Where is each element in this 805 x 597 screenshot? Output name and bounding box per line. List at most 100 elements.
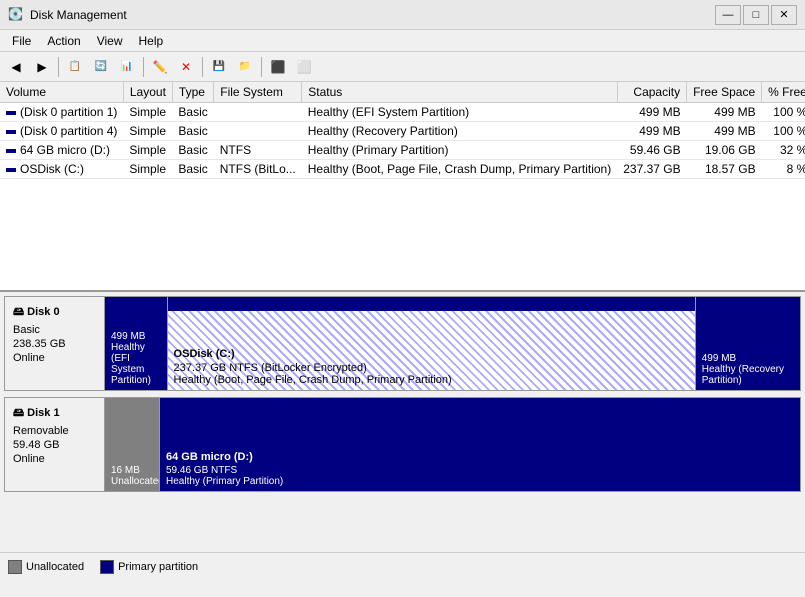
disk-0-part-2-size: 237.37 GB NTFS (BitLocker Encrypted): [174, 362, 689, 374]
legend-primary-box: [100, 560, 114, 574]
disk-1-size: 59.48 GB: [13, 439, 96, 451]
toolbar-btn-8[interactable]: ⬛: [266, 55, 290, 79]
toolbar-btn-9[interactable]: ⬜: [292, 55, 316, 79]
table-row-2[interactable]: 64 GB micro (D:)SimpleBasicNTFSHealthy (…: [0, 141, 805, 160]
cell-capacity-3: 237.37 GB: [617, 160, 686, 179]
disk-0-part-1-desc: Healthy (EFI System Partition): [111, 342, 161, 386]
disk-1-type: Removable: [13, 425, 96, 437]
disk-0-label: 🖴 Disk 0 Basic 238.35 GB Online: [5, 297, 105, 390]
disk-0-part-3-desc: Healthy (Recovery Partition): [702, 364, 794, 386]
toolbar-btn-3[interactable]: 📊: [115, 55, 139, 79]
toolbar-btn-1[interactable]: 📋: [63, 55, 87, 79]
legend-unalloc-label: Unallocated: [26, 561, 84, 573]
legend-unallocated: Unallocated: [8, 560, 84, 574]
volume-icon-2: [6, 149, 16, 153]
cell-layout-3: Simple: [123, 160, 172, 179]
cell-layout-1: Simple: [123, 122, 172, 141]
cell-volume-1: (Disk 0 partition 4): [0, 122, 123, 141]
cell-layout-0: Simple: [123, 103, 172, 122]
disk-0-part-2[interactable]: OSDisk (C:) 237.37 GB NTFS (BitLocker En…: [168, 297, 696, 390]
cell-pcfree-2: 32 %: [762, 141, 805, 160]
toolbar-btn-5[interactable]: ✕: [174, 55, 198, 79]
cell-capacity-2: 59.46 GB: [617, 141, 686, 160]
cell-capacity-1: 499 MB: [617, 122, 686, 141]
col-header-type: Type: [172, 82, 213, 103]
cell-capacity-0: 499 MB: [617, 103, 686, 122]
cell-freespace-0: 499 MB: [687, 103, 762, 122]
maximize-button[interactable]: □: [743, 5, 769, 25]
table-row-3[interactable]: OSDisk (C:)SimpleBasicNTFS (BitLo...Heal…: [0, 160, 805, 179]
col-header-pcfree: % Free: [762, 82, 805, 103]
disk-1-part-2[interactable]: 64 GB micro (D:) 59.46 GB NTFS Healthy (…: [160, 398, 800, 491]
cell-freespace-2: 19.06 GB: [687, 141, 762, 160]
cell-type-0: Basic: [172, 103, 213, 122]
cell-pcfree-1: 100 %: [762, 122, 805, 141]
toolbar-btn-6[interactable]: 💾: [207, 55, 231, 79]
col-header-fs: File System: [214, 82, 302, 103]
menu-help[interactable]: Help: [131, 32, 172, 50]
toolbar-btn-4[interactable]: ✏️: [148, 55, 172, 79]
title-bar: 💽 Disk Management — □ ✕: [0, 0, 805, 30]
cell-fs-1: [214, 122, 302, 141]
table-row-0[interactable]: (Disk 0 partition 1)SimpleBasic Healthy (…: [0, 103, 805, 122]
cell-pcfree-0: 100 %: [762, 103, 805, 122]
menu-action[interactable]: Action: [39, 32, 88, 50]
table-body: (Disk 0 partition 1)SimpleBasicHealthy (…: [0, 103, 805, 179]
disk-0-part-2-desc: Healthy (Boot, Page File, Crash Dump, Pr…: [174, 374, 689, 386]
volume-icon-1: [6, 130, 16, 134]
cell-status-1: Healthy (Recovery Partition): [302, 122, 617, 141]
disk-0-partitions: 499 MB Healthy (EFI System Partition) OS…: [105, 297, 800, 390]
legend-primary: Primary partition: [100, 560, 198, 574]
disk-0-size: 238.35 GB: [13, 338, 96, 350]
toolbar-back[interactable]: ◀: [4, 55, 28, 79]
app-icon: 💽: [8, 7, 24, 23]
cell-type-1: Basic: [172, 122, 213, 141]
cell-volume-0: (Disk 0 partition 1): [0, 103, 123, 122]
col-header-freespace: Free Space: [687, 82, 762, 103]
menu-view[interactable]: View: [89, 32, 131, 50]
disk-1-label: 🖴 Disk 1 Removable 59.48 GB Online: [5, 398, 105, 491]
disk-0-part-2-content: OSDisk (C:) 237.37 GB NTFS (BitLocker En…: [174, 301, 689, 386]
cell-status-0: Healthy (EFI System Partition): [302, 103, 617, 122]
cell-type-2: Basic: [172, 141, 213, 160]
disk-1-part-1[interactable]: 16 MB Unallocated: [105, 398, 160, 491]
minimize-button[interactable]: —: [715, 5, 741, 25]
disk-1-partitions: 16 MB Unallocated 64 GB micro (D:) 59.46…: [105, 398, 800, 491]
disk-0-type: Basic: [13, 324, 96, 336]
disk-1-name: 🖴 Disk 1: [13, 404, 96, 423]
toolbar-btn-2[interactable]: 🔄: [89, 55, 113, 79]
table-area: Volume Layout Type File System Status Ca…: [0, 82, 805, 292]
cell-type-3: Basic: [172, 160, 213, 179]
cell-freespace-3: 18.57 GB: [687, 160, 762, 179]
cell-status-2: Healthy (Primary Partition): [302, 141, 617, 160]
disk-row-0: 🖴 Disk 0 Basic 238.35 GB Online 499 MB H…: [4, 296, 801, 391]
disk-row-1: 🖴 Disk 1 Removable 59.48 GB Online 16 MB…: [4, 397, 801, 492]
disk-1-part-1-desc: Unallocated: [111, 476, 153, 487]
volume-icon-3: [6, 168, 16, 172]
window-title: Disk Management: [30, 8, 715, 22]
legend-bar: Unallocated Primary partition: [0, 552, 805, 580]
disk-1-part-2-name: 64 GB micro (D:): [166, 451, 794, 463]
disk-0-part-1-content: 499 MB Healthy (EFI System Partition): [111, 301, 161, 386]
disk-0-status: Online: [13, 352, 96, 364]
cell-volume-2: 64 GB micro (D:): [0, 141, 123, 160]
menu-file[interactable]: File: [4, 32, 39, 50]
toolbar: ◀ ▶ 📋 🔄 📊 ✏️ ✕ 💾 📁 ⬛ ⬜: [0, 52, 805, 82]
table-row-1[interactable]: (Disk 0 partition 4)SimpleBasic Healthy (…: [0, 122, 805, 141]
col-header-capacity: Capacity: [617, 82, 686, 103]
toolbar-btn-7[interactable]: 📁: [233, 55, 257, 79]
legend-unalloc-box: [8, 560, 22, 574]
toolbar-forward[interactable]: ▶: [30, 55, 54, 79]
legend-primary-label: Primary partition: [118, 561, 198, 573]
disk-0-part-1-size: 499 MB: [111, 331, 161, 342]
disk-0-part-3[interactable]: 499 MB Healthy (Recovery Partition): [696, 297, 800, 390]
toolbar-sep-2: [143, 57, 144, 77]
disk-0-part-1[interactable]: 499 MB Healthy (EFI System Partition): [105, 297, 168, 390]
disk-0-name: 🖴 Disk 0: [13, 303, 96, 322]
close-button[interactable]: ✕: [771, 5, 797, 25]
cell-freespace-1: 499 MB: [687, 122, 762, 141]
disk-1-part-1-size: 16 MB: [111, 465, 153, 476]
window-controls: — □ ✕: [715, 5, 797, 25]
cell-volume-3: OSDisk (C:): [0, 160, 123, 179]
disk-1-status: Online: [13, 453, 96, 465]
